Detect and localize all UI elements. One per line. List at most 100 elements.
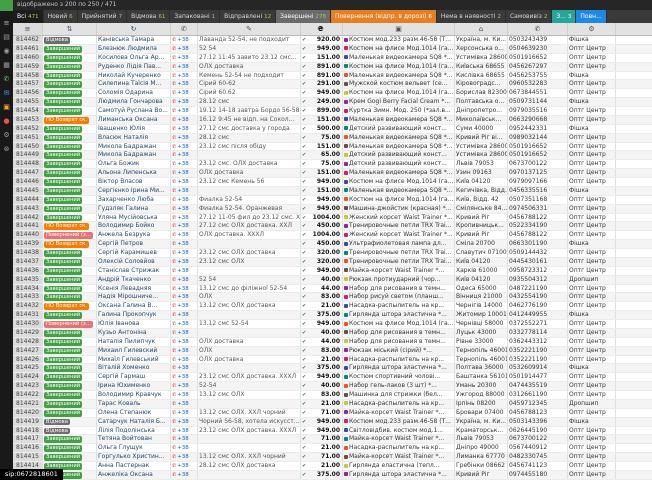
customer-name[interactable]: Блезнюк Людмила (97, 45, 171, 53)
table-row[interactable]: 814414ЗавершенийАнна Пастернак✆+3828.12 … (13, 462, 652, 471)
customer-name[interactable]: Ірина Юхименко (97, 382, 171, 390)
call-icon[interactable]: ✆ (172, 374, 176, 380)
table-row[interactable]: 814444ЗавершенийЗахарченко Люба✆+38Фиалк… (13, 196, 652, 205)
call-icon[interactable]: ✆ (172, 259, 176, 265)
call-icon[interactable]: ✆ (172, 357, 176, 363)
product-name[interactable]: Майка-корсет Waist Trainer *... (343, 409, 455, 417)
tab-прийнятий[interactable]: Прийнятий7 (78, 10, 127, 23)
table-row[interactable]: 814438ЗавершенийСергій Карамишев✆+3823.1… (13, 249, 652, 258)
phone-actions[interactable]: ✆+38 (171, 293, 198, 301)
call-icon[interactable]: ✆ (172, 152, 176, 158)
customer-name[interactable]: Віктор Власов (97, 178, 171, 186)
product-name[interactable]: Крем Gogi Berry Facial Cream *... (343, 98, 455, 106)
phone-actions[interactable]: ✆+38 (171, 356, 198, 364)
call-icon[interactable]: ✆ (172, 81, 176, 87)
call-icon[interactable]: ✆ (172, 179, 176, 185)
customer-name[interactable]: Надія Мірошниче... (97, 293, 171, 301)
product-name[interactable]: Майка-корсет Waist Trainer *... (343, 267, 455, 275)
phone-actions[interactable]: ✆+38 (171, 89, 198, 97)
phone-actions[interactable]: ✆+38 (171, 329, 198, 337)
phone-actions[interactable]: ✆+38 (171, 462, 198, 470)
product-name[interactable]: Тренировочные петли TRX Trai... (343, 249, 455, 257)
call-icon[interactable]: ✆ (172, 286, 176, 292)
customer-name[interactable]: Юлія Іванова (97, 320, 171, 328)
phone-actions[interactable]: ✆+38 (171, 453, 198, 461)
customer-name[interactable]: Самотуй Руслана Во... (97, 107, 171, 115)
phone-actions[interactable]: ✆+38 (171, 134, 198, 142)
customer-name[interactable]: Уляна Мусійовська (97, 214, 171, 222)
customer-name[interactable]: Андрій Ткаченко (97, 276, 171, 284)
customer-name[interactable]: Анжела Безрука (97, 231, 171, 239)
tab-запаковані[interactable]: Запаковані1 (170, 10, 220, 23)
table-row[interactable]: 814447ЗавершенийАльона Липенська✆+38ОЛХ … (13, 169, 652, 178)
customer-name[interactable]: Станіслав Стрижак (97, 267, 171, 275)
product-name[interactable]: Насадка-распылитель на кр... (343, 400, 455, 408)
phone-actions[interactable]: ✆+38 (171, 231, 198, 239)
call-icon[interactable]: ✆ (172, 223, 176, 229)
customer-name[interactable]: Михаил Гилевский (97, 347, 171, 355)
customer-name[interactable]: Сергій Карамишев (97, 249, 171, 257)
phone-actions[interactable]: ✆+38 (171, 435, 198, 443)
call-icon[interactable]: ✆ (172, 419, 176, 425)
table-row[interactable]: 814439ПО Возврат ск.Сергій Петров✆+38✔45… (13, 240, 652, 249)
phone-actions[interactable]: ✆+38 (171, 382, 198, 390)
product-name[interactable]: Маленькая видеокамера SQ8 *... (343, 143, 455, 151)
call-icon[interactable]: ✆ (172, 161, 176, 167)
column-header-id[interactable]: ≡ (13, 23, 43, 35)
phone-actions[interactable]: ✆+38 (171, 151, 198, 159)
menu-icon[interactable]: ≡ (3, 20, 10, 27)
phone-icon[interactable]: ✆ (3, 76, 10, 83)
phone-actions[interactable]: ✆+38 (171, 240, 198, 248)
customer-name[interactable]: Руденко Лідія Пав... (97, 63, 171, 71)
call-icon[interactable]: ✆ (172, 321, 176, 327)
product-name[interactable]: Набор гель-лаков (3 шт) *... (343, 382, 455, 390)
phone-actions[interactable]: ✆+38 (171, 311, 198, 319)
phone-actions[interactable]: ✆+38 (171, 187, 198, 195)
table-row[interactable]: 814418ВідмоваЛілія Подолінська✆+3823.12 … (13, 427, 652, 436)
phone-actions[interactable]: ✆+38 (171, 427, 198, 435)
call-icon[interactable]: ✆ (172, 445, 176, 451)
call-icon[interactable]: ✆ (172, 188, 176, 194)
call-icon[interactable]: ✆ (172, 339, 176, 345)
call-icon[interactable]: ✆ (172, 197, 176, 203)
customer-name[interactable]: Тарас Коваль (97, 400, 171, 408)
customer-name[interactable]: Косилова Ольга Ар... (97, 54, 171, 62)
column-header-status[interactable]: ⇅ (43, 23, 97, 35)
call-icon[interactable]: ✆ (172, 294, 176, 300)
customer-name[interactable]: Соломія Одарина (97, 89, 171, 97)
table-row[interactable]: 814461ЗавершенийБлезнюк Людмила✆+3852 54… (13, 45, 652, 54)
customer-name[interactable]: Олексій Соловйов (97, 258, 171, 266)
table-row[interactable]: 814435ЗавершенийАндрій Ткаченко✆+3852 54… (13, 276, 652, 285)
table-row[interactable]: 814459ЗавершенийРуденко Лідія Пав...✆+38… (13, 63, 652, 72)
customer-name[interactable]: Ольга Божик (97, 160, 171, 168)
app-logo-icon[interactable] (0, 0, 13, 11)
table-row[interactable]: 814443ЗавершенийГудзляк Галина✆+38Фиалка… (13, 205, 652, 214)
call-icon[interactable]: ✆ (172, 401, 176, 407)
table-row[interactable]: 814420ЗавершенийОлена Степанюк✆+3813.12 … (13, 409, 652, 418)
product-name[interactable]: Детский развивающий конст... (343, 151, 455, 159)
product-name[interactable]: Насадка-распылитель на кр... (343, 356, 455, 364)
table-row[interactable]: 814425ЗавершенийВіталій Хоменко✆+38✔375.… (13, 364, 652, 373)
call-icon[interactable]: ✆ (172, 312, 176, 318)
phone-actions[interactable]: ✆+38 (171, 267, 198, 275)
table-row[interactable]: 814421ЗавершенийТарас Коваль✆+38✔21.00На… (13, 400, 652, 409)
table-row[interactable]: 814417ЗавершенийТетяна Войтован✆+38✔71.0… (13, 435, 652, 444)
product-name[interactable]: Маленькая видеокамера SQ8 *... (343, 187, 455, 195)
column-header-pic[interactable]: ✆ (171, 23, 198, 35)
customer-name[interactable]: Лілія Подолінська (97, 427, 171, 435)
product-name[interactable]: Костюм на флисе Мод.1014 (га... (343, 63, 455, 71)
logout-icon[interactable]: ⊗ (3, 146, 10, 153)
product-name[interactable]: Набор рисуй светом (планш... (343, 293, 455, 301)
customer-name[interactable]: Оксана Галина В... (97, 302, 171, 310)
product-name[interactable]: Куртка Зимн. Мод. 250 (*зал.в... (343, 107, 455, 115)
phone-actions[interactable]: ✆+38 (171, 107, 198, 115)
phone-actions[interactable]: ✆+38 (171, 444, 198, 452)
customer-name[interactable]: Кузьо Антоніна (97, 329, 171, 337)
call-icon[interactable]: ✆ (172, 268, 176, 274)
phone-actions[interactable]: ✆+38 (171, 169, 198, 177)
product-name[interactable]: Костюм на флисе Мод.1014 (га... (343, 89, 455, 97)
table-row[interactable]: 814456ЗавершенийСоломія Одарина✆+38Сірий… (13, 89, 652, 98)
product-name[interactable]: Рюкзак міський (сірий) *... (343, 347, 455, 355)
table-row[interactable]: 814436ЗавершенийСтаніслав Стрижак✆+38✔94… (13, 267, 652, 276)
product-name[interactable]: Набор для рисования в темн... (343, 329, 455, 337)
